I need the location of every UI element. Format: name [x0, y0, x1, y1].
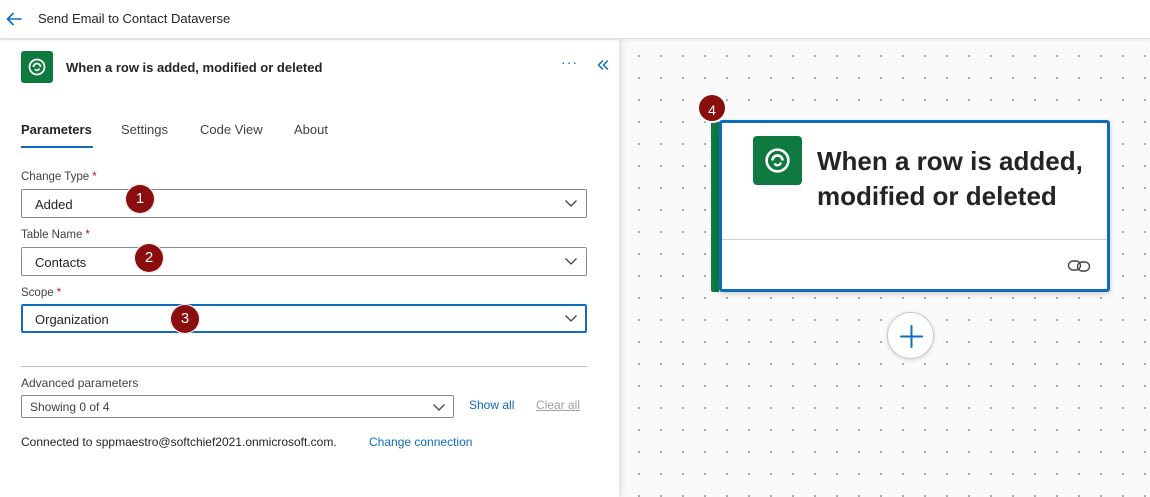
advanced-parameters-label: Advanced parameters: [21, 376, 139, 390]
required-mark: *: [56, 287, 62, 299]
tab-parameters[interactable]: Parameters: [21, 122, 92, 137]
trigger-card[interactable]: When a row is added, modified or deleted: [719, 120, 1110, 292]
chevron-down-icon: [433, 404, 445, 411]
chevron-down-icon: [565, 315, 577, 322]
dataverse-icon: [28, 58, 46, 76]
scope-label: Scope *: [21, 287, 61, 299]
show-all-link[interactable]: Show all: [469, 398, 514, 412]
table-name-value: Contacts: [35, 255, 87, 270]
callout-marker-1: 1: [125, 184, 155, 214]
tab-about[interactable]: About: [294, 122, 328, 137]
link-icon[interactable]: [1067, 257, 1091, 275]
more-options-button[interactable]: ···: [561, 55, 579, 71]
flow-title: Send Email to Contact Dataverse: [38, 11, 231, 26]
callout-marker-2: 2: [134, 243, 164, 273]
scope-value: Organization: [35, 312, 109, 327]
tab-settings[interactable]: Settings: [121, 122, 168, 137]
card-badge: [753, 136, 802, 185]
table-name-label: Table Name *: [21, 229, 90, 241]
callout-marker-4: 4: [697, 93, 727, 123]
change-type-label-text: Change Type: [21, 171, 90, 183]
section-divider: [21, 366, 587, 367]
dataverse-icon: [765, 148, 790, 173]
card-title: When a row is added, modified or deleted: [817, 146, 1083, 211]
add-step-button[interactable]: [887, 312, 934, 359]
card-accent-bar: [711, 120, 719, 292]
change-type-label: Change Type *: [21, 171, 97, 183]
back-button[interactable]: [4, 9, 24, 29]
top-bar: Send Email to Contact Dataverse: [0, 0, 1150, 39]
arrow-left-icon: [6, 12, 22, 26]
double-chevron-left-icon: [597, 60, 609, 70]
scope-select[interactable]: Organization: [21, 304, 587, 333]
table-name-label-text: Table Name: [21, 229, 83, 241]
required-mark: *: [92, 171, 97, 183]
panel-title: When a row is added, modified or deleted: [66, 60, 323, 75]
chevron-down-icon: [565, 258, 577, 265]
callout-marker-3: 3: [170, 304, 200, 334]
connection-info: Connected to sppmaestro@softchief2021.on…: [21, 435, 337, 449]
table-name-select[interactable]: Contacts: [21, 247, 587, 276]
required-mark: *: [85, 229, 90, 241]
change-connection-link[interactable]: Change connection: [369, 435, 472, 449]
card-separator: [722, 239, 1107, 240]
tab-code-view[interactable]: Code View: [200, 122, 263, 137]
active-tab-indicator: [21, 146, 93, 148]
change-type-value: Added: [35, 197, 73, 212]
change-type-select[interactable]: Added: [21, 189, 587, 218]
collapse-panel-button[interactable]: [594, 56, 612, 74]
clear-all-link[interactable]: Clear all: [536, 398, 580, 412]
plus-icon: [900, 325, 923, 348]
advanced-parameters-select[interactable]: Showing 0 of 4: [21, 395, 454, 418]
chevron-down-icon: [565, 200, 577, 207]
advanced-parameters-value: Showing 0 of 4: [30, 400, 110, 414]
scope-label-text: Scope: [21, 287, 54, 299]
trigger-badge: [21, 51, 53, 83]
trigger-config-panel: When a row is added, modified or deleted…: [0, 40, 619, 497]
